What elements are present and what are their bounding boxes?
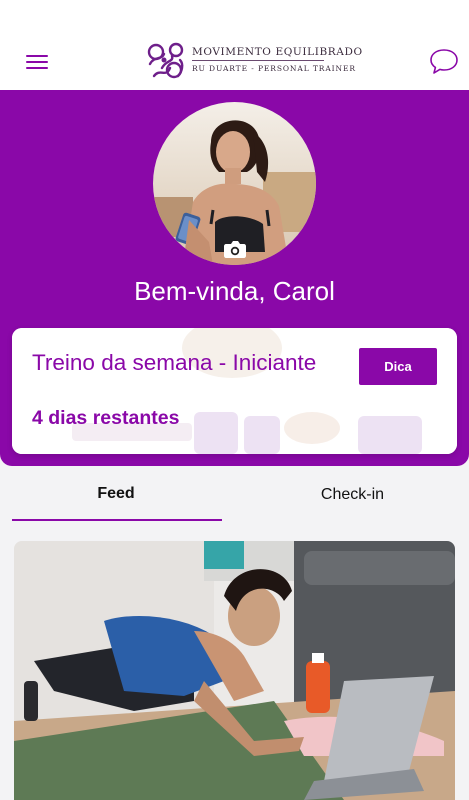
chat-button[interactable] <box>428 46 460 78</box>
weekly-workout-card[interactable]: Treino da semana - Iniciante Dica 4 dias… <box>12 328 457 454</box>
logo-subtitle: RU DUARTE - PERSONAL TRAINER <box>192 64 356 73</box>
app-header: MOVIMENTO EQUILIBRADO RU DUARTE - PERSON… <box>0 0 469 90</box>
card-background-image <box>12 328 457 454</box>
tab-check-in[interactable]: Check-in <box>234 472 469 522</box>
menu-line <box>26 61 48 63</box>
logo-emblem-icon <box>147 42 184 79</box>
tab-label: Feed <box>97 485 135 502</box>
card-title: Treino da semana - Iniciante <box>32 350 317 375</box>
logo-divider <box>192 60 324 61</box>
active-tab-indicator <box>12 519 222 521</box>
feed-post-image[interactable] <box>14 541 455 800</box>
tip-button[interactable]: Dica <box>359 348 437 385</box>
brand-logo: MOVIMENTO EQUILIBRADO RU DUARTE - PERSON… <box>144 38 362 84</box>
feed-tabs: Feed Check-in <box>0 472 469 522</box>
tab-feed[interactable]: Feed <box>12 472 222 522</box>
welcome-message: Bem-vinda, Carol <box>134 276 335 306</box>
change-photo-button[interactable] <box>222 238 248 260</box>
camera-icon <box>224 241 246 258</box>
menu-line <box>26 67 48 69</box>
tab-label: Check-in <box>320 486 385 503</box>
days-remaining: 4 dias restantes <box>32 407 180 429</box>
workout-photo <box>14 541 455 800</box>
chat-bubbles-icon <box>430 49 458 74</box>
menu-line <box>26 55 48 57</box>
logo-title: MOVIMENTO EQUILIBRADO <box>192 46 363 58</box>
menu-button[interactable] <box>22 50 54 74</box>
